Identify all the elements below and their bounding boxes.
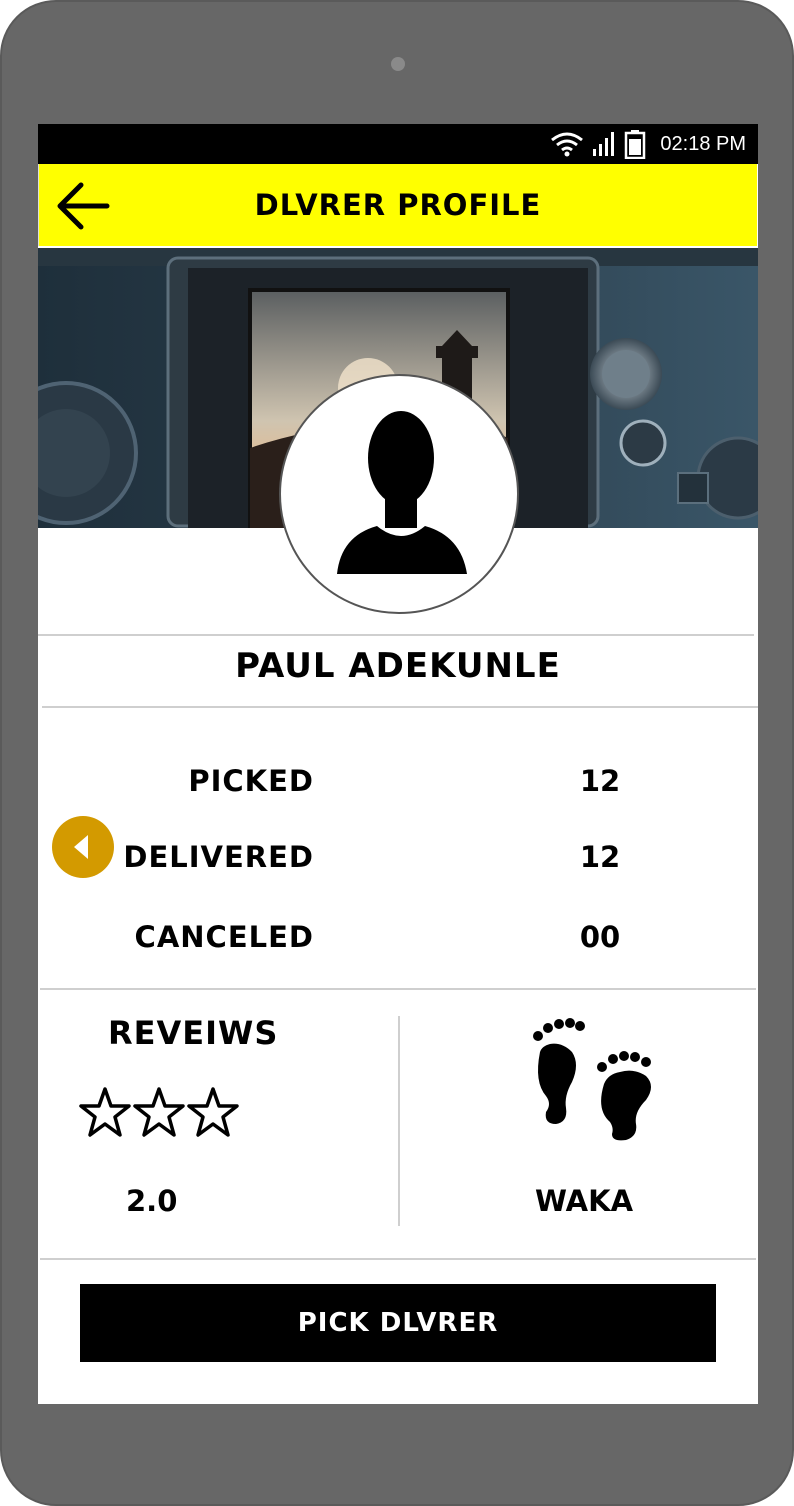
page-title: DLVRER PROFILE [254,188,542,222]
app-bar: DLVRER PROFILE [38,164,757,246]
star-outline-icon [187,1087,239,1137]
divider [38,634,754,636]
divider [40,1258,756,1260]
front-camera [391,57,405,71]
user-silhouette-icon [337,411,467,574]
status-bar: 02:18 PM [38,124,758,164]
stat-label-delivered: DELIVERED [123,840,314,874]
stat-value-canceled: 00 [579,920,621,954]
divider [40,988,756,990]
avatar[interactable] [279,374,519,614]
rating-value: 2.0 [126,1184,178,1218]
caret-left-icon [74,835,88,859]
stat-label-picked: PICKED [188,764,314,798]
provider-name: WAKA [534,1184,634,1218]
star-outline-icon [133,1087,185,1137]
star-outline-icon [79,1087,131,1137]
stat-value-picked: 12 [579,764,621,798]
reviews-title: REVEIWS [108,1014,279,1052]
stat-value-delivered: 12 [579,840,621,874]
status-icons: 02:18 PM [550,124,746,164]
courier-name: PAUL ADEKUNLE [235,646,561,686]
collapse-button[interactable] [52,816,114,878]
device-frame: 02:18 PM DLVRER PROFILE PAUL ADEKUNLE PI… [0,0,794,1506]
pick-courier-button[interactable]: PICK DLVRER [80,1284,716,1362]
status-time: 02:18 PM [660,132,746,155]
divider [42,706,758,708]
star-rating[interactable] [78,1086,240,1140]
battery-icon [625,130,646,159]
screen: 02:18 PM DLVRER PROFILE PAUL ADEKUNLE PI… [38,124,758,1404]
footprints-icon [526,1012,666,1146]
signal-icon [593,132,615,156]
stat-label-canceled: CANCELED [134,920,314,954]
vertical-divider [398,1016,400,1226]
wifi-icon [551,132,584,157]
